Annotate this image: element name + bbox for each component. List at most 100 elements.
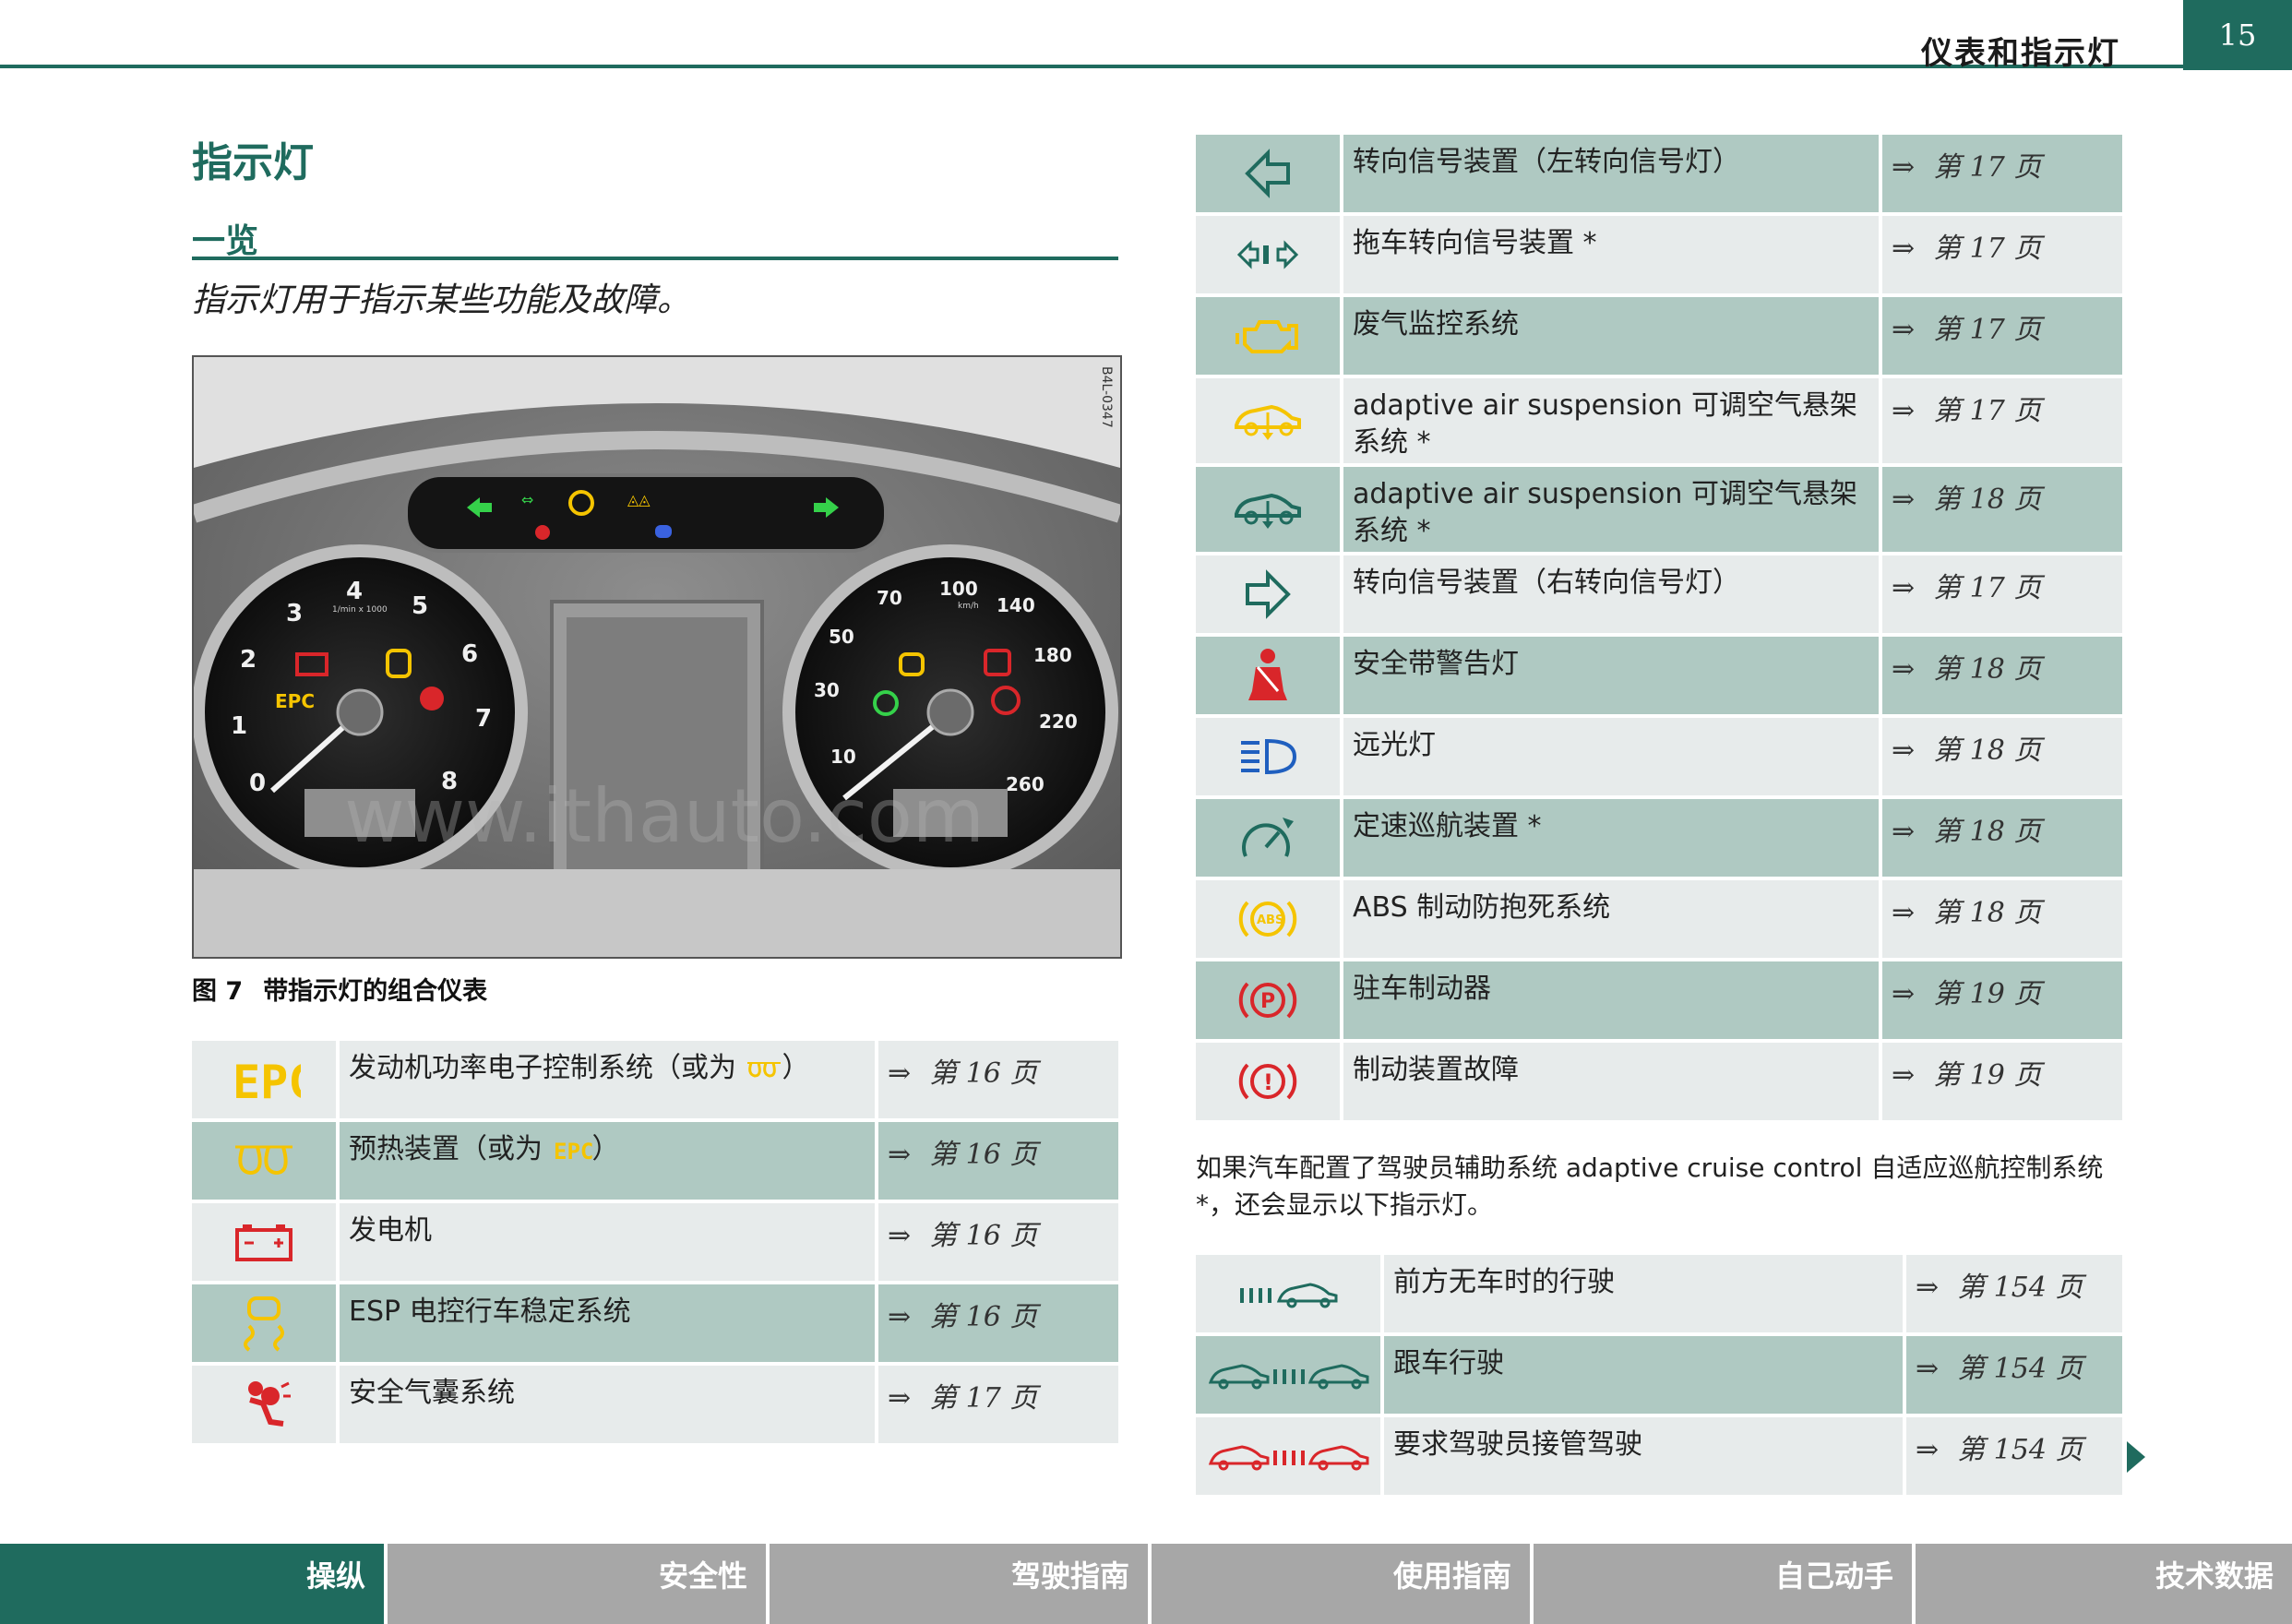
tach-label: 2 xyxy=(240,646,257,674)
table-row: EPC 发动机功率电子控制系统（或为 ） ⇒第 16 页 xyxy=(192,1041,1118,1118)
page-ref-link[interactable]: 第 17 页 xyxy=(1933,233,2041,265)
tach-label: 0 xyxy=(249,770,266,797)
svg-text:◬◬: ◬◬ xyxy=(627,491,651,508)
tach-label: 5 xyxy=(412,592,428,620)
tach-label: 6 xyxy=(461,640,478,668)
table-row: 转向信号装置（右转向信号灯） ⇒ 第 17 页 xyxy=(1196,555,2122,633)
brake-fault-icon: ! xyxy=(1238,1063,1297,1100)
table-row: adaptive air suspension 可调空气悬架系统 * ⇒ 第 17… xyxy=(1196,378,2122,463)
svg-text:P: P xyxy=(1260,990,1275,1013)
high-beam-icon xyxy=(1241,738,1297,775)
airbag-icon xyxy=(248,1381,291,1427)
page-ref-link[interactable]: 第 18 页 xyxy=(1933,484,2041,516)
next-page-arrow-icon[interactable] xyxy=(2127,1441,2145,1473)
figure-caption-text: 带指示灯的组合仪表 xyxy=(263,977,488,1006)
page-ref-link[interactable]: 第 154 页 xyxy=(1957,1434,2083,1466)
indicator-table-left: EPC 发动机功率电子控制系统（或为 ） ⇒第 16 页 预热装置（或为 EPC… xyxy=(192,1037,1118,1447)
indicator-description: 驻车制动器 xyxy=(1353,973,1491,1005)
figure-caption: 图 7 带指示灯的组合仪表 xyxy=(192,971,487,1007)
table-row: 远光灯 ⇒ 第 18 页 xyxy=(1196,718,2122,795)
indicator-description: 发动机功率电子控制系统（或为 xyxy=(349,1052,736,1084)
speed-unit: km/h xyxy=(958,602,979,611)
page-ref-link[interactable]: 第 154 页 xyxy=(1957,1353,2083,1385)
indicator-description: 转向信号装置（右转向信号灯） xyxy=(1353,567,1740,599)
table-row: 发电机 ⇒ 第 16 页 xyxy=(192,1203,1118,1281)
speed-label: 260 xyxy=(1006,773,1045,795)
tab-diy[interactable]: 自己动手 xyxy=(1534,1544,1916,1624)
page-ref-link[interactable]: 第 17 页 xyxy=(1933,151,2041,184)
page-ref-link[interactable]: 第 17 页 xyxy=(1933,395,2041,427)
table-row: 定速巡航装置 * ⇒ 第 18 页 xyxy=(1196,799,2122,877)
table-row: 安全带警告灯 ⇒ 第 18 页 xyxy=(1196,637,2122,714)
ref-arrow: ⇒ xyxy=(888,1057,912,1090)
tab-driving-guide[interactable]: 驾驶指南 xyxy=(770,1544,1152,1624)
indicator-description: 远光灯 xyxy=(1353,729,1436,761)
tab-usage-guide[interactable]: 使用指南 xyxy=(1152,1544,1534,1624)
intro-text: 指示灯用于指示某些功能及故障。 xyxy=(192,281,691,319)
page-ref-link[interactable]: 第 17 页 xyxy=(929,1382,1037,1415)
page-ref-link[interactable]: 第 16 页 xyxy=(929,1139,1037,1171)
parking-brake-icon: P xyxy=(1238,982,1297,1019)
seatbelt-icon xyxy=(1248,649,1287,700)
acc-indicator-table: 前方无车时的行驶 ⇒ 第 154 页 跟车行驶 ⇒ 第 154 页 要求驾驶员接管驾… xyxy=(1196,1251,2122,1499)
page-ref-link[interactable]: 第 19 页 xyxy=(1933,1059,2041,1092)
indicator-description: ESP 电控行车稳定系统 xyxy=(349,1296,631,1328)
indicator-description: 转向信号装置（左转向信号灯） xyxy=(1353,146,1740,178)
tab-operation[interactable]: 操纵 xyxy=(0,1544,388,1624)
tach-label: 1 xyxy=(231,712,247,740)
speed-label: 30 xyxy=(814,679,840,701)
speed-label: 100 xyxy=(939,578,978,600)
table-row: 前方无车时的行驶 ⇒ 第 154 页 xyxy=(1196,1255,2122,1332)
speed-label: 50 xyxy=(829,626,854,648)
indicator-description: 跟车行驶 xyxy=(1393,1347,1504,1379)
instrument-cluster-figure: ⇔ ◬◬ 0 1 2 3 4 5 6 7 8 1/min x 1000 EPC xyxy=(192,355,1122,959)
epc-icon: EPC xyxy=(233,1056,301,1107)
section-title: 仪表和指示灯 xyxy=(1921,35,2120,72)
indicator-description: 前方无车时的行驶 xyxy=(1393,1266,1615,1298)
subtitle-rule xyxy=(192,257,1118,260)
cruise-control-icon xyxy=(1242,818,1294,857)
page-ref-link[interactable]: 第 154 页 xyxy=(1957,1272,2083,1304)
indicator-description: 废气监控系统 xyxy=(1353,308,1519,340)
trailer-turn-icon xyxy=(1236,240,1299,269)
table-row: 预热装置（或为 EPC） ⇒ 第 16 页 xyxy=(192,1122,1118,1200)
tab-safety[interactable]: 安全性 xyxy=(388,1544,770,1624)
glow-plug-icon xyxy=(235,1145,292,1176)
page-ref-link[interactable]: 第 18 页 xyxy=(1933,734,2041,767)
tach-subtitle: 1/min x 1000 xyxy=(332,605,388,615)
speed-label: 10 xyxy=(830,746,856,768)
svg-text:EPC: EPC xyxy=(554,1139,592,1164)
page-ref-link[interactable]: 第 16 页 xyxy=(929,1057,1037,1090)
page-ref-link[interactable]: 第 19 页 xyxy=(1933,978,2041,1010)
indicator-description: 预热装置（或为 xyxy=(349,1133,543,1165)
table-row: ABS ABS 制动防抱死系统 ⇒ 第 18 页 xyxy=(1196,880,2122,958)
tach-label: 4 xyxy=(346,578,363,605)
tab-technical-data[interactable]: 技术数据 xyxy=(1916,1544,2292,1624)
turn-right-icon xyxy=(1246,569,1291,619)
page-ref-link[interactable]: 第 18 页 xyxy=(1933,816,2041,848)
page-ref-link[interactable]: 第 18 页 xyxy=(1933,653,2041,686)
table-row: 拖车转向信号装置 * ⇒ 第 17 页 xyxy=(1196,216,2122,293)
page-ref-link[interactable]: 第 18 页 xyxy=(1933,897,2041,929)
page-ref-link[interactable]: 第 17 页 xyxy=(1933,572,2041,604)
indicator-description: 安全气囊系统 xyxy=(349,1377,515,1409)
svg-text:⇔: ⇔ xyxy=(521,491,533,508)
suspension-yellow-icon xyxy=(1235,404,1301,440)
page-title: 指示灯 xyxy=(192,139,314,186)
page-ref-link[interactable]: 第 16 页 xyxy=(929,1220,1037,1252)
watermark: www.ithauto.com xyxy=(344,773,985,859)
svg-text:!: ! xyxy=(1263,1069,1273,1095)
page-ref-link[interactable]: 第 16 页 xyxy=(929,1301,1037,1333)
page-number: 15 xyxy=(2183,0,2292,70)
table-row: 废气监控系统 ⇒ 第 17 页 xyxy=(1196,297,2122,375)
table-row: 要求驾驶员接管驾驶 ⇒ 第 154 页 xyxy=(1196,1417,2122,1495)
epc-icon: EPC xyxy=(554,1139,593,1164)
speed-label: 70 xyxy=(877,587,902,609)
page-ref-link[interactable]: 第 17 页 xyxy=(1933,314,2041,346)
table-row: P 驻车制动器 ⇒ 第 19 页 xyxy=(1196,961,2122,1039)
tach-label: 3 xyxy=(286,600,303,627)
acc-paragraph: 如果汽车配置了驾驶员辅助系统 adaptive cruise control 自… xyxy=(1196,1152,2104,1220)
suspension-green-icon xyxy=(1235,493,1301,529)
turn-left-icon xyxy=(1245,149,1290,198)
table-row: ! 制动装置故障 ⇒ 第 19 页 xyxy=(1196,1043,2122,1120)
